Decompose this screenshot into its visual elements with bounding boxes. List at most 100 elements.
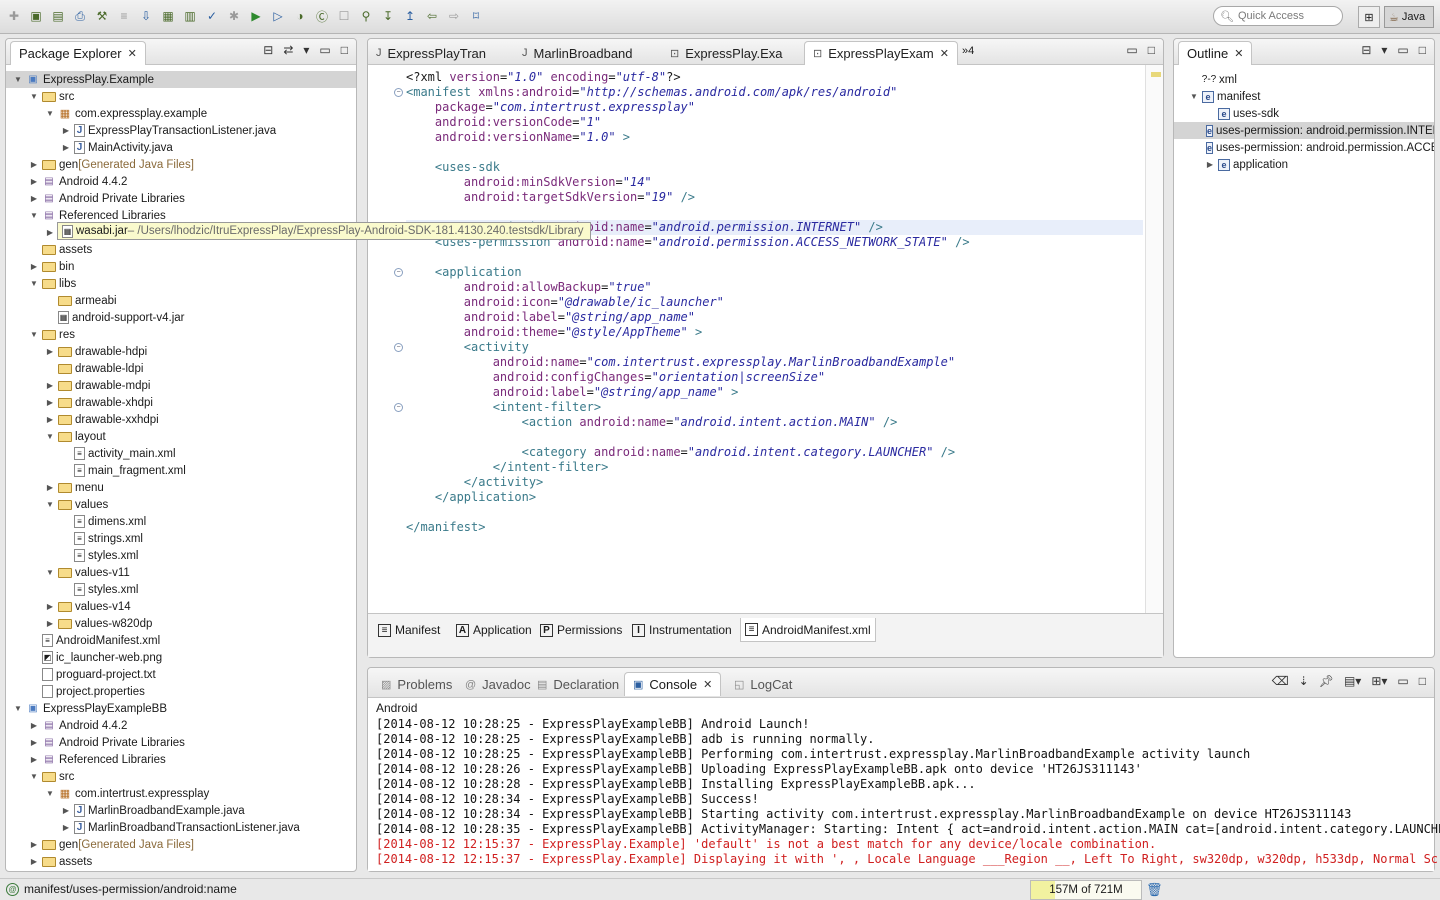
lint-icon[interactable]: ✓ <box>202 7 222 25</box>
back-icon[interactable]: ⇦ <box>422 7 442 25</box>
view-menu-icon[interactable]: ▾ <box>303 43 309 57</box>
pin-console-icon[interactable]: 📌︎ <box>1319 674 1334 688</box>
coverage-icon[interactable]: ◑ <box>290 7 310 25</box>
tree-item[interactable]: ▶ J MarlinBroadbandExample.java <box>6 802 356 819</box>
pin-icon[interactable]: ⌑ <box>466 7 486 25</box>
tab-package-explorer[interactable]: Package Explorer ✕ <box>10 41 146 65</box>
fold-toggle-icon[interactable]: − <box>394 268 403 277</box>
view-menu-icon[interactable]: ▾ <box>1381 43 1387 57</box>
tree-item[interactable]: ▼ src <box>6 88 356 105</box>
tree-item[interactable]: ▶ values-v14 <box>6 598 356 615</box>
expanded-arrow-icon[interactable]: ▼ <box>28 772 40 781</box>
collapsed-arrow-icon[interactable]: ▶ <box>44 398 56 407</box>
minimize-icon[interactable]: ▭ <box>1126 43 1137 57</box>
tree-item[interactable]: ▶ ▤ Android Private Libraries <box>6 190 356 207</box>
link-with-editor-icon[interactable]: ⇄ <box>283 43 293 57</box>
tree-item[interactable]: ▶ drawable-hdpi <box>6 343 356 360</box>
garbage-collect-icon[interactable]: 🗑︎ <box>1146 882 1163 898</box>
editor-tab[interactable]: J ExpressPlayTran <box>368 41 494 65</box>
outline-item[interactable]: ▼ e manifest <box>1174 88 1434 105</box>
tree-item[interactable]: ▶ menu <box>6 479 356 496</box>
collapsed-arrow-icon[interactable]: ▶ <box>28 857 40 866</box>
tree-item[interactable]: ▶ J MainActivity.java <box>6 139 356 156</box>
new-icon[interactable]: ✚ <box>4 7 24 25</box>
expanded-arrow-icon[interactable]: ▼ <box>44 789 56 798</box>
maximize-icon[interactable]: □ <box>1148 43 1155 57</box>
save-icon[interactable]: ▣ <box>26 7 46 25</box>
sdk-manager-icon[interactable]: ▦ <box>158 7 178 25</box>
avd-manager-icon[interactable]: ▥ <box>180 7 200 25</box>
manifest-tab-permissions[interactable]: P Permissions <box>536 618 626 642</box>
close-icon[interactable]: ✕ <box>1234 47 1243 60</box>
java-perspective-button[interactable]: ☕︎ Java <box>1384 6 1434 28</box>
tree-item[interactable]: proguard-project.txt <box>6 666 356 683</box>
tree-item[interactable]: ▼ ▣ ExpressPlay.Example <box>6 71 356 88</box>
print-icon[interactable]: ⎙ <box>70 7 90 25</box>
search-icon[interactable]: ⚲ <box>356 7 376 25</box>
warning-marker[interactable] <box>1151 72 1161 77</box>
run-last-icon[interactable]: ▷ <box>268 7 288 25</box>
open-perspective-button[interactable]: ⊞ <box>1358 6 1380 28</box>
tree-item[interactable]: ▦ android-support-v4.jar <box>6 309 356 326</box>
scroll-lock-icon[interactable]: ⇣ <box>1299 674 1309 688</box>
outline-item[interactable]: ?-? xml <box>1174 71 1434 88</box>
tree-item[interactable]: ▼ ▣ ExpressPlayExampleBB <box>6 700 356 717</box>
open-type-icon[interactable]: ☐ <box>334 7 354 25</box>
collapsed-arrow-icon[interactable]: ▶ <box>44 483 56 492</box>
build-icon[interactable]: ⚒ <box>92 7 112 25</box>
clear-console-icon[interactable]: ⌫ <box>1272 674 1289 688</box>
fold-toggle-icon[interactable]: − <box>394 343 403 352</box>
tree-item[interactable]: drawable-ldpi <box>6 360 356 377</box>
tree-item[interactable]: ▶ drawable-xxhdpi <box>6 411 356 428</box>
collapsed-arrow-icon[interactable]: ▶ <box>28 738 40 747</box>
collapsed-arrow-icon[interactable]: ▶ <box>28 262 40 271</box>
open-console-icon[interactable]: ⊞▾ <box>1371 674 1387 688</box>
maximize-icon[interactable]: □ <box>1419 43 1426 57</box>
tree-item[interactable]: ≡ main_fragment.xml <box>6 462 356 479</box>
collapse-all-icon[interactable]: ⊟ <box>1361 43 1371 57</box>
tree-item[interactable]: ▶ bin <box>6 258 356 275</box>
tree-item[interactable]: ▶ drawable-mdpi <box>6 377 356 394</box>
tree-item[interactable]: ▼ src <box>6 768 356 785</box>
tab-console[interactable]: ▣ Console ✕ <box>624 672 722 696</box>
tree-item[interactable]: armeabi <box>6 292 356 309</box>
debug-icon[interactable]: ✱ <box>224 7 244 25</box>
expanded-arrow-icon[interactable]: ▼ <box>28 279 40 288</box>
overview-ruler[interactable] <box>1145 65 1163 613</box>
manifest-tab-instrumentation[interactable]: I Instrumentation <box>628 618 736 642</box>
editor-tab[interactable]: ⊡ ExpressPlayExam ✕ <box>804 41 958 65</box>
quick-access-field[interactable]: 🔍︎ Quick Access <box>1213 6 1343 26</box>
collapsed-arrow-icon[interactable]: ▶ <box>44 602 56 611</box>
collapsed-arrow-icon[interactable]: ▶ <box>28 721 40 730</box>
tree-item[interactable]: ▼ layout <box>6 428 356 445</box>
expanded-arrow-icon[interactable]: ▼ <box>44 500 56 509</box>
tree-item[interactable]: project.properties <box>6 683 356 700</box>
fold-toggle-icon[interactable]: − <box>394 403 403 412</box>
tab-logcat[interactable]: ◱ LogCat <box>725 672 801 696</box>
expanded-arrow-icon[interactable]: ▼ <box>28 211 40 220</box>
collapsed-arrow-icon[interactable]: ▶ <box>28 840 40 849</box>
tree-item[interactable]: ▼ res <box>6 326 356 343</box>
expanded-arrow-icon[interactable]: ▼ <box>44 432 56 441</box>
collapsed-arrow-icon[interactable]: ▶ <box>44 381 56 390</box>
collapsed-arrow-icon[interactable]: ▶ <box>44 228 56 237</box>
manifest-tab-application[interactable]: A Application <box>452 618 536 642</box>
tree-item[interactable]: ≡ dimens.xml <box>6 513 356 530</box>
collapsed-arrow-icon[interactable]: ▶ <box>60 823 72 832</box>
collapsed-arrow-icon[interactable]: ▶ <box>44 347 56 356</box>
collapse-all-icon[interactable]: ⊟ <box>263 43 273 57</box>
properties-icon[interactable]: ≡ <box>114 7 134 25</box>
minimize-icon[interactable]: ▭ <box>1397 674 1408 688</box>
tree-item[interactable]: ▶ ▤ Android 4.4.2 <box>6 717 356 734</box>
tree-item[interactable]: ≡ styles.xml <box>6 547 356 564</box>
xml-source-editor[interactable]: − − − − <?xml version="1.0" encoding="utf-8… <box>368 65 1163 613</box>
collapsed-arrow-icon[interactable]: ▶ <box>28 194 40 203</box>
collapsed-arrow-icon[interactable]: ▶ <box>44 415 56 424</box>
tree-item[interactable]: ▼ libs <box>6 275 356 292</box>
minimize-icon[interactable]: ▭ <box>319 43 330 57</box>
tree-item[interactable]: ▶ assets <box>6 853 356 870</box>
tree-item[interactable]: ▶ J MarlinBroadbandTransactionListener.jav… <box>6 819 356 836</box>
expanded-arrow-icon[interactable]: ▼ <box>28 330 40 339</box>
expanded-arrow-icon[interactable]: ▼ <box>12 704 24 713</box>
minimize-icon[interactable]: ▭ <box>1397 43 1408 57</box>
